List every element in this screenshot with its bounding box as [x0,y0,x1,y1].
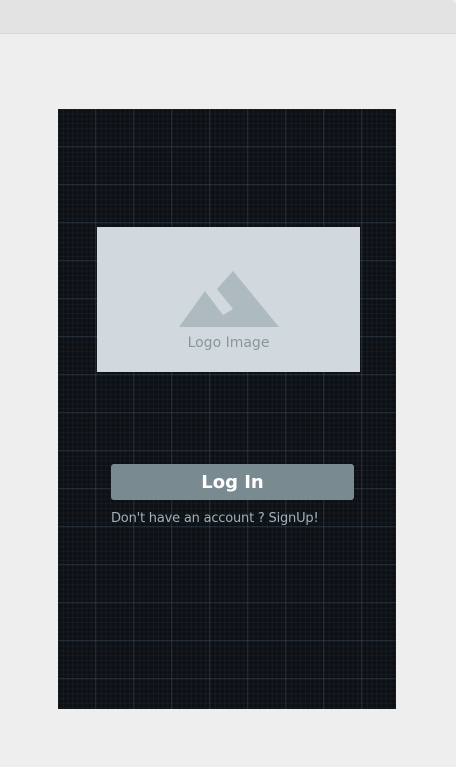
logo-image-label: Logo Image [187,335,270,351]
mountain-image-placeholder-icon [179,271,279,327]
signup-link[interactable]: Don't have an account ? SignUp! [111,511,319,526]
log-in-button[interactable]: Log In [111,464,354,500]
phone-artboard: Logo Image Log In Don't have an account … [58,109,396,709]
logo-image-placeholder: Logo Image [97,227,360,372]
window-top-bar [0,0,456,34]
